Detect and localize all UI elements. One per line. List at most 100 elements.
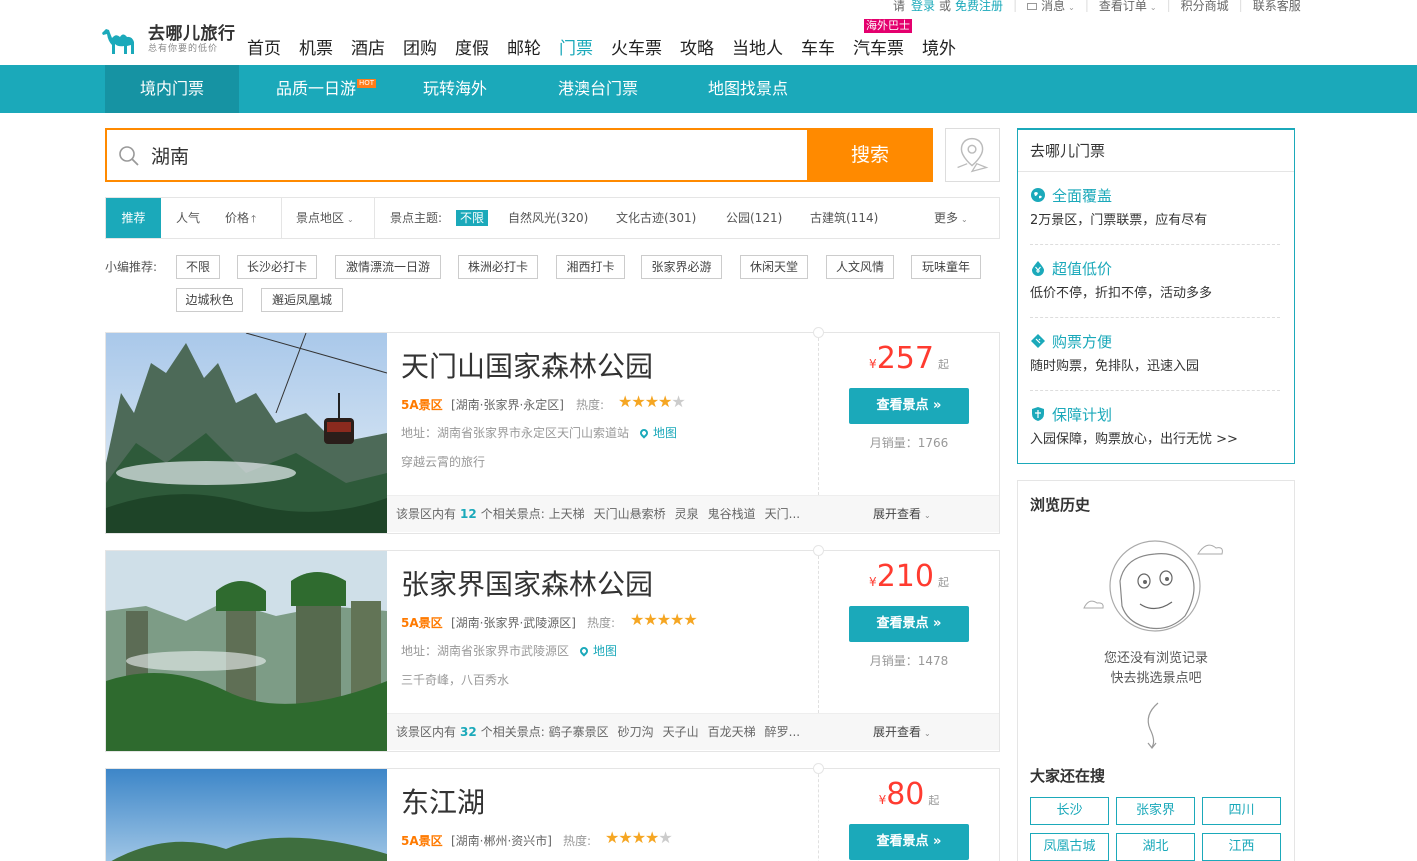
related-spot[interactable]: 鹞子寨景区 — [549, 725, 609, 739]
related-spot[interactable]: 灵泉 — [675, 507, 699, 521]
search-button[interactable]: 搜索 — [807, 128, 933, 182]
related-spot[interactable]: 砂刀沟 — [618, 725, 654, 739]
theme-more[interactable]: 更多 ⌄ — [934, 198, 968, 238]
site-logo[interactable]: 去哪儿旅行 总有你要的低价 — [100, 24, 236, 58]
messages-menu[interactable]: 消息 ⌄ — [1027, 0, 1075, 14]
nav-groupbuy[interactable]: 团购 — [403, 37, 437, 61]
scenic-name[interactable]: 东江湖 — [401, 781, 485, 821]
scenic-region: [湖南·郴州·资兴市] — [451, 834, 552, 848]
pick-tag[interactable]: 湘西打卡 — [556, 255, 625, 279]
nav-bus[interactable]: 汽车票 — [853, 37, 904, 61]
theme-nature[interactable]: 自然风光(320) — [508, 198, 588, 238]
theme-park[interactable]: 公园(121) — [726, 198, 782, 238]
related-spots-bar: 该景区内有 12 个相关景点: 上天梯 天门山悬索桥 灵泉 鬼谷栈道 天门... 展开查看 ⌄ — [387, 495, 999, 532]
register-link[interactable]: 免费注册 — [955, 0, 1003, 14]
view-scenic-button[interactable]: 查看景点 » — [849, 388, 969, 424]
location-pin-icon — [578, 645, 590, 657]
nav-flights[interactable]: 机票 — [299, 37, 333, 61]
subnav-day-tour[interactable]: 品质一日游 — [262, 65, 370, 113]
monthly-sales: 月销量：1766 — [869, 436, 949, 450]
search-input[interactable] — [151, 130, 801, 180]
subnav-domestic[interactable]: 境内门票 — [105, 65, 239, 113]
nav-tickets[interactable]: 门票 — [559, 37, 593, 61]
related-spot[interactable]: 天门... — [765, 507, 800, 521]
nav-cruise[interactable]: 邮轮 — [507, 37, 541, 61]
related-spot[interactable]: 天子山 — [663, 725, 699, 739]
price-value: 257 — [876, 341, 934, 376]
map-link[interactable]: 地图 — [578, 642, 617, 659]
hot-keyword[interactable]: 湖北 — [1116, 833, 1195, 861]
map-search-button[interactable] — [945, 128, 1000, 182]
please-text: 请 — [893, 0, 906, 13]
related-spot[interactable]: 醉罗... — [765, 725, 800, 739]
view-scenic-button[interactable]: 查看景点 » — [849, 606, 969, 642]
pick-tag[interactable]: 株洲必打卡 — [458, 255, 538, 279]
nav-hotels[interactable]: 酒店 — [351, 37, 385, 61]
theme-heritage[interactable]: 文化古迹(301) — [616, 198, 696, 238]
subnav-hk-mo-tw[interactable]: 港澳台门票 — [544, 65, 652, 113]
pick-tag[interactable]: 长沙必打卡 — [237, 255, 317, 279]
login-link[interactable]: 登录 — [911, 0, 935, 14]
scenic-photo[interactable] — [106, 769, 387, 861]
related-spot[interactable]: 天门山悬索桥 — [594, 507, 666, 521]
pick-tag[interactable]: 邂逅凤凰城 — [261, 288, 343, 312]
points-mall-link[interactable]: 积分商城 — [1181, 0, 1229, 14]
pick-tag[interactable]: 玩味童年 — [911, 255, 981, 279]
orders-menu[interactable]: 查看订单 ⌄ — [1099, 0, 1157, 14]
subnav-map[interactable]: 地图找景点 — [694, 65, 802, 113]
yen-drop-icon — [1032, 261, 1044, 276]
subnav-overseas[interactable]: 玩转海外 — [410, 65, 500, 113]
pick-tag[interactable]: 休闲天堂 — [740, 255, 808, 279]
scenic-desc: 穿越云霄的旅行 — [401, 455, 486, 469]
qunar-tickets-panel: 去哪儿门票 全面覆盖 2万景区，门票联票，应有尽有 超值低价 低价不停，折扣不停… — [1017, 128, 1295, 464]
nav-car[interactable]: 车车 — [801, 37, 835, 61]
ticket-icon — [1031, 334, 1045, 348]
camel-logo-icon — [102, 29, 134, 54]
scenic-photo[interactable] — [106, 551, 387, 751]
expand-toggle[interactable]: 展开查看 ⌄ — [873, 714, 931, 750]
sort-price[interactable]: 价格 🡑 — [225, 198, 256, 238]
pick-tag[interactable]: 人文风情 — [826, 255, 894, 279]
chevron-down-icon: ⌄ — [1149, 2, 1157, 12]
history-empty-message: 您还没有浏览记录 快去挑选景点吧 — [1018, 649, 1294, 689]
area-dropdown[interactable]: 景点地区 ⌄ — [296, 198, 354, 238]
pick-tag[interactable]: 边城秋色 — [176, 288, 243, 312]
expand-toggle[interactable]: 展开查看 ⌄ — [873, 496, 931, 532]
history-empty-line2: 快去挑选景点吧 — [1110, 671, 1202, 686]
map-link[interactable]: 地图 — [638, 424, 677, 441]
pick-tag[interactable]: 激情漂流一日游 — [335, 255, 441, 279]
scenic-name[interactable]: 天门山国家森林公园 — [401, 345, 653, 385]
hot-keyword[interactable]: 江西 — [1202, 833, 1281, 861]
chevron-down-icon: ⌄ — [961, 215, 968, 224]
search-icon — [119, 146, 139, 166]
feature-guarantee[interactable]: 保障计划 入园保障，购票放心，出行无忧 >> — [1030, 404, 1280, 448]
nav-overseas[interactable]: 境外 — [922, 37, 956, 61]
pick-tag[interactable]: 张家界必游 — [641, 255, 722, 279]
nav-train[interactable]: 火车票 — [611, 37, 662, 61]
expand-label: 展开查看 — [873, 507, 922, 521]
theme-architecture[interactable]: 古建筑(114) — [810, 198, 878, 238]
nav-home[interactable]: 首页 — [247, 37, 281, 61]
scenic-photo[interactable] — [106, 333, 387, 533]
view-scenic-button[interactable]: 查看景点 » — [849, 824, 969, 860]
support-link[interactable]: 联系客服 — [1253, 0, 1301, 14]
theme-all[interactable]: 不限 — [456, 198, 489, 238]
hot-keyword[interactable]: 四川 — [1202, 797, 1281, 825]
related-spot[interactable]: 百龙天梯 — [708, 725, 756, 739]
related-spot[interactable]: 上天梯 — [549, 507, 585, 521]
hot-keyword[interactable]: 张家界 — [1116, 797, 1195, 825]
related-spot[interactable]: 鬼谷栈道 — [708, 507, 756, 521]
pick-tag[interactable]: 不限 — [176, 255, 220, 279]
sort-recommend[interactable]: 推荐 — [106, 198, 161, 238]
nav-vacation[interactable]: 度假 — [455, 37, 489, 61]
hot-badge: HOT — [357, 79, 377, 88]
sort-popular[interactable]: 人气 — [176, 198, 200, 238]
zhangjiajie-photo-image — [106, 551, 387, 751]
hot-keyword[interactable]: 凤凰古城 — [1030, 833, 1109, 861]
scenic-name[interactable]: 张家界国家森林公园 — [401, 563, 653, 603]
nav-locals[interactable]: 当地人 — [732, 37, 783, 61]
nav-guides[interactable]: 攻略 — [680, 37, 714, 61]
hot-keyword[interactable]: 长沙 — [1030, 797, 1109, 825]
theme-all-label: 不限 — [456, 210, 489, 226]
scenic-level: 5A景区 — [401, 834, 443, 848]
